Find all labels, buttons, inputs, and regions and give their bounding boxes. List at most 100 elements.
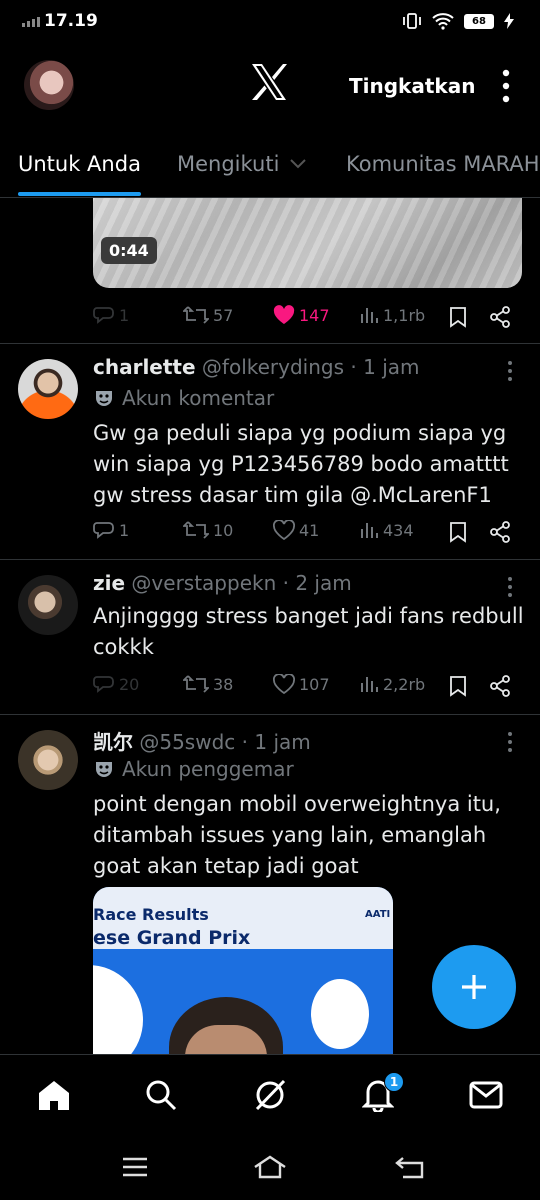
repost-icon xyxy=(183,306,209,324)
home-outline-icon[interactable] xyxy=(253,1154,287,1180)
like-count: 107 xyxy=(299,674,330,694)
tab-following-label: Mengikuti xyxy=(177,152,280,176)
avatar[interactable] xyxy=(18,575,78,635)
repost-button[interactable]: 57 xyxy=(183,305,233,325)
repost-icon xyxy=(183,675,209,693)
author-handle[interactable]: @55swdc xyxy=(139,730,235,754)
menu-icon[interactable] xyxy=(118,1154,152,1180)
tweet-video[interactable]: 0:44 xyxy=(93,198,522,288)
more-vertical-icon[interactable] xyxy=(503,360,517,382)
top-header: Tingkatkan xyxy=(0,44,540,126)
back-icon[interactable] xyxy=(393,1154,427,1180)
reply-icon xyxy=(93,676,114,693)
vibrate-icon xyxy=(403,13,421,29)
author-handle[interactable]: @verstappekn xyxy=(131,571,276,595)
profile-avatar[interactable] xyxy=(24,60,74,110)
bottom-navigation: 1 xyxy=(0,1054,540,1138)
account-label: Akun penggemar xyxy=(94,757,294,781)
tweet-header: charlette @folkerydings · 1 jam xyxy=(93,355,419,379)
reply-button[interactable]: 1 xyxy=(93,520,129,540)
reply-count: 1 xyxy=(119,520,130,540)
like-count: 41 xyxy=(299,520,320,540)
views-button[interactable]: 434 xyxy=(359,520,414,540)
charging-icon xyxy=(504,13,514,29)
more-vertical-icon[interactable] xyxy=(503,576,517,598)
author-name[interactable]: 凯尔 xyxy=(93,730,133,754)
share-icon[interactable] xyxy=(489,306,511,328)
image-banner: Race Results ese Grand Prix AATI xyxy=(93,887,393,949)
reply-icon xyxy=(93,307,114,324)
wifi-icon xyxy=(432,13,454,30)
tweet-image[interactable]: Race Results ese Grand Prix AATI xyxy=(93,887,393,1054)
image-shape xyxy=(311,979,369,1049)
more-vertical-icon[interactable] xyxy=(498,69,514,103)
tweet[interactable]: zie @verstappekn · 2 jam Anjingggg stres… xyxy=(0,560,540,715)
account-label-text: Akun komentar xyxy=(122,386,275,410)
tweet-actions: 20 38 107 2,2rb xyxy=(93,674,523,700)
tweet[interactable]: charlette @folkerydings · 1 jam Akun kom… xyxy=(0,344,540,560)
system-navigation xyxy=(0,1138,540,1200)
views-icon xyxy=(361,677,378,692)
nav-messages[interactable] xyxy=(466,1075,506,1115)
author-name[interactable]: zie xyxy=(93,571,125,595)
views-button[interactable]: 2,2rb xyxy=(359,674,425,694)
image-text-line2: ese Grand Prix xyxy=(93,927,251,949)
mail-icon xyxy=(469,1081,503,1109)
tab-community[interactable]: Komunitas MARAH xyxy=(346,152,540,176)
tweet-actions: 1 10 41 434 xyxy=(93,520,523,546)
tweet-text: point dengan mobil overweightnya itu, di… xyxy=(93,792,501,878)
chevron-down-icon xyxy=(290,159,307,169)
image-text-line1: Race Results xyxy=(93,905,209,924)
views-count: 2,2rb xyxy=(383,674,426,694)
compose-button[interactable] xyxy=(432,945,516,1029)
nav-home[interactable] xyxy=(34,1075,74,1115)
theater-mask-icon xyxy=(96,762,112,777)
image-text-side: AATI xyxy=(365,909,391,920)
like-button[interactable]: 147 xyxy=(273,305,330,325)
reply-count: 1 xyxy=(119,305,130,325)
repost-count: 10 xyxy=(213,520,234,540)
nav-grok[interactable] xyxy=(250,1075,290,1115)
author-name[interactable]: charlette xyxy=(93,355,196,379)
active-tab-indicator xyxy=(18,192,141,196)
views-icon xyxy=(361,308,378,323)
bookmark-icon[interactable] xyxy=(449,675,467,697)
tab-following[interactable]: Mengikuti xyxy=(177,152,307,176)
tweet-header: 凯尔 @55swdc · 1 jam xyxy=(93,726,311,755)
repost-button[interactable]: 10 xyxy=(183,520,233,540)
repost-count: 57 xyxy=(213,305,234,325)
timeline-tabs: Untuk Anda Mengikuti Komunitas MARAH xyxy=(0,126,540,198)
views-button[interactable]: 1,1rb xyxy=(359,305,425,325)
video-duration: 0:44 xyxy=(101,237,157,264)
avatar[interactable] xyxy=(18,730,78,790)
home-icon xyxy=(39,1081,69,1110)
reply-button[interactable]: 1 xyxy=(93,305,129,325)
reply-button[interactable]: 20 xyxy=(93,674,139,694)
share-icon[interactable] xyxy=(489,675,511,697)
more-vertical-icon[interactable] xyxy=(503,731,517,753)
tweet-time: · 1 jam xyxy=(241,730,311,754)
tweet-header: zie @verstappekn · 2 jam xyxy=(93,571,352,595)
bookmark-icon[interactable] xyxy=(449,306,467,328)
like-count: 147 xyxy=(299,305,330,325)
image-shape xyxy=(93,965,143,1054)
timeline-feed[interactable]: 0:44 1 57 147 1,1rb charlette @folkerydi… xyxy=(0,198,540,1054)
like-button[interactable]: 107 xyxy=(273,674,330,694)
bookmark-icon[interactable] xyxy=(449,521,467,543)
tab-for-you[interactable]: Untuk Anda xyxy=(18,152,141,176)
reply-count: 20 xyxy=(119,674,140,694)
search-icon xyxy=(146,1080,177,1111)
avatar[interactable] xyxy=(18,359,78,419)
tweet-actions: 1 57 147 1,1rb xyxy=(93,305,523,331)
tweet[interactable]: 0:44 1 57 147 1,1rb xyxy=(0,198,540,344)
views-count: 434 xyxy=(383,520,414,540)
account-label: Akun komentar xyxy=(94,386,274,410)
author-handle[interactable]: @folkerydings xyxy=(202,355,344,379)
share-icon[interactable] xyxy=(489,521,511,543)
repost-button[interactable]: 38 xyxy=(183,674,233,694)
like-button[interactable]: 41 xyxy=(273,520,319,540)
nav-search[interactable] xyxy=(141,1075,181,1115)
status-time: 17.19 xyxy=(44,11,98,31)
upgrade-button[interactable]: Tingkatkan xyxy=(349,74,475,98)
heart-icon xyxy=(273,305,295,324)
